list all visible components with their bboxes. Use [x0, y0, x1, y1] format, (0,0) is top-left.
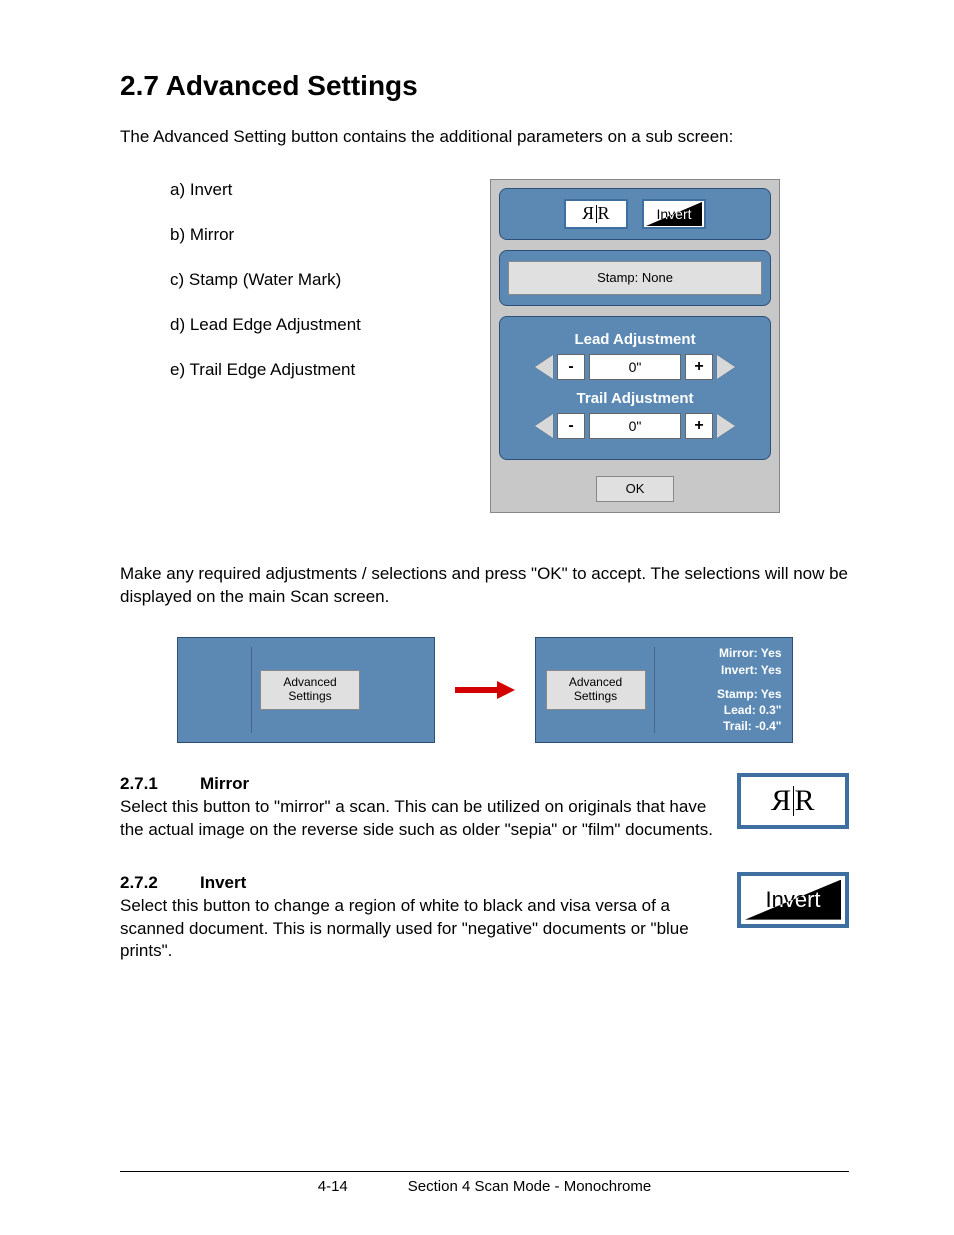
- advanced-settings-dialog: RR Invert Invert Stamp: None Lead Adjust…: [490, 179, 780, 513]
- subsection-body: Select this button to "mirror" a scan. T…: [120, 796, 713, 842]
- feature-list: a) Invert b) Mirror c) Stamp (Water Mark…: [120, 179, 450, 404]
- status-invert: Invert: Yes: [721, 662, 781, 678]
- chevron-left-icon: [535, 414, 553, 438]
- mirror-icon: RR: [772, 784, 813, 818]
- status-trail: Trail: -0.4": [723, 718, 781, 734]
- intro-paragraph: The Advanced Setting button contains the…: [120, 126, 849, 149]
- feature-item: b) Mirror: [170, 224, 450, 247]
- page-footer: 4-14 Section 4 Scan Mode - Monochrome: [120, 1171, 849, 1195]
- chevron-right-icon: [717, 355, 735, 379]
- advanced-status-block: Mirror: Yes Invert: Yes Stamp: Yes Lead:…: [663, 645, 782, 734]
- status-mirror: Mirror: Yes: [719, 645, 781, 661]
- lead-adjustment-label: Lead Adjustment: [508, 331, 762, 348]
- mirror-button[interactable]: RR: [564, 199, 628, 229]
- feature-item: c) Stamp (Water Mark): [170, 269, 450, 292]
- footer-page-number: 4-14: [318, 1178, 348, 1195]
- lead-value: 0": [589, 354, 681, 380]
- lead-decrement-button[interactable]: -: [557, 354, 585, 380]
- advanced-settings-label-line2: Settings: [288, 690, 331, 704]
- invert-button[interactable]: Invert Invert: [642, 199, 706, 229]
- chevron-left-icon: [535, 355, 553, 379]
- invert-icon: Invert Invert: [745, 880, 841, 920]
- status-stamp: Stamp: Yes: [717, 686, 781, 702]
- arrow-right-icon: [455, 681, 515, 699]
- status-lead: Lead: 0.3": [724, 702, 782, 718]
- trail-increment-button[interactable]: +: [685, 413, 713, 439]
- feature-item: a) Invert: [170, 179, 450, 202]
- feature-item: e) Trail Edge Adjustment: [170, 359, 450, 382]
- adjustment-panel: Lead Adjustment - 0" + Trail Adjustment …: [499, 316, 771, 460]
- footer-section: Section 4 Scan Mode - Monochrome: [408, 1178, 651, 1195]
- trail-adjustment-label: Trail Adjustment: [508, 390, 762, 407]
- mirror-icon: RR: [583, 203, 608, 224]
- divider: [654, 647, 655, 733]
- after-paragraph: Make any required adjustments / selectio…: [120, 563, 849, 609]
- advanced-settings-button[interactable]: Advanced Settings: [546, 670, 646, 710]
- subsection-heading: 2.7.1Mirror: [120, 773, 713, 796]
- subsection-heading: 2.7.2Invert: [120, 872, 713, 895]
- invert-icon: Invert Invert: [646, 202, 702, 226]
- chevron-right-icon: [717, 414, 735, 438]
- main-scan-panel-before: Advanced Settings: [177, 637, 435, 743]
- page-heading: 2.7 Advanced Settings: [120, 70, 849, 102]
- mirror-icon-tile: RR: [737, 773, 849, 829]
- subsection-body: Select this button to change a region of…: [120, 895, 713, 964]
- trail-value: 0": [589, 413, 681, 439]
- advanced-settings-button[interactable]: Advanced Settings: [260, 670, 360, 710]
- advanced-settings-label-line2: Settings: [574, 690, 617, 704]
- trail-decrement-button[interactable]: -: [557, 413, 585, 439]
- main-scan-panel-after: Advanced Settings Mirror: Yes Invert: Ye…: [535, 637, 793, 743]
- advanced-settings-label-line1: Advanced: [283, 676, 336, 690]
- lead-increment-button[interactable]: +: [685, 354, 713, 380]
- mirror-invert-panel: RR Invert Invert: [499, 188, 771, 240]
- stamp-panel: Stamp: None: [499, 250, 771, 306]
- invert-icon-tile: Invert Invert: [737, 872, 849, 928]
- ok-button[interactable]: OK: [596, 476, 674, 502]
- feature-item: d) Lead Edge Adjustment: [170, 314, 450, 337]
- divider: [251, 647, 252, 733]
- advanced-settings-label-line1: Advanced: [569, 676, 622, 690]
- stamp-button[interactable]: Stamp: None: [508, 261, 762, 295]
